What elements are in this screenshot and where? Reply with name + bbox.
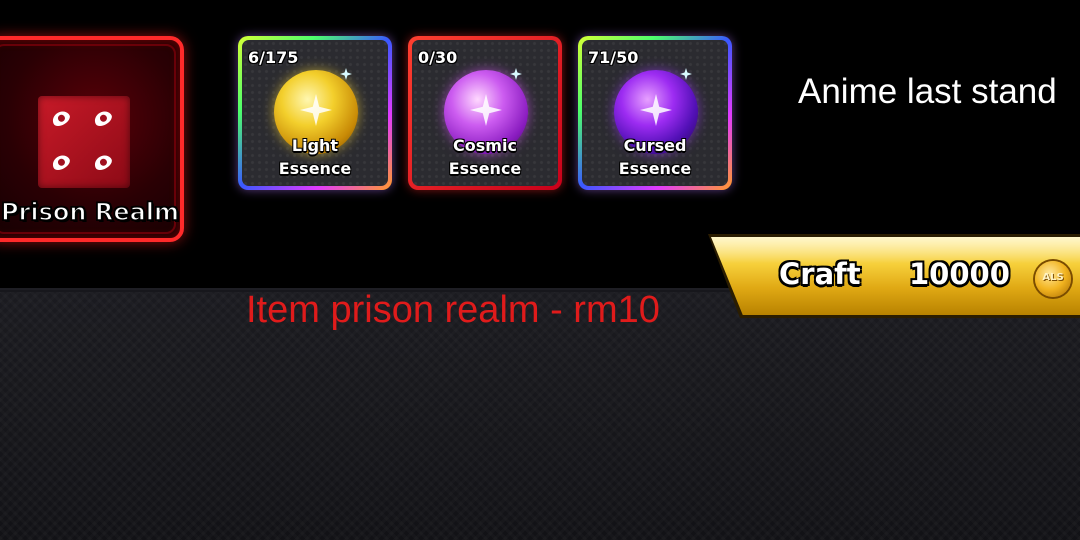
essence-count: 6/175 — [248, 48, 299, 67]
item-card-prison-realm[interactable]: Prison Realm — [0, 36, 184, 242]
star-icon — [300, 94, 332, 126]
eye-icon — [49, 108, 73, 129]
essence-card-cursed[interactable]: 71/50 Cursed Essence — [578, 36, 732, 190]
eye-icon — [49, 152, 73, 173]
essence-name-line1: Light — [291, 136, 339, 155]
price-note: Item prison realm - rm10 — [246, 289, 660, 331]
essence-card-cosmic[interactable]: 0/30 Cosmic Essence — [408, 36, 562, 190]
als-coin-icon: ALS — [1035, 261, 1071, 297]
item-name: Prison Realm — [0, 197, 180, 227]
essence-name: Cursed Essence — [582, 134, 728, 180]
eye-icon — [91, 152, 115, 173]
cube-eyes-icon — [38, 96, 130, 188]
craft-label: Craft — [779, 257, 861, 291]
essence-name-line1: Cosmic — [453, 136, 517, 155]
essence-name-line1: Cursed — [623, 136, 687, 155]
essence-count: 71/50 — [588, 48, 639, 67]
essence-name: Cosmic Essence — [412, 134, 558, 180]
essence-name-line2: Essence — [448, 159, 522, 178]
craft-price: 10000 — [909, 257, 1010, 291]
craft-button[interactable]: Craft 10000 ALS — [708, 234, 1080, 318]
star-icon — [640, 94, 672, 126]
essence-card-light[interactable]: 6/175 Light Essence — [238, 36, 392, 190]
coin-text: ALS — [1042, 272, 1064, 283]
essence-name: Light Essence — [242, 134, 388, 180]
essence-name-line2: Essence — [618, 159, 692, 178]
game-title: Anime last stand — [798, 72, 1057, 111]
star-icon — [470, 94, 502, 126]
eye-icon — [91, 108, 115, 129]
essence-name-line2: Essence — [278, 159, 352, 178]
essence-count: 0/30 — [418, 48, 458, 67]
